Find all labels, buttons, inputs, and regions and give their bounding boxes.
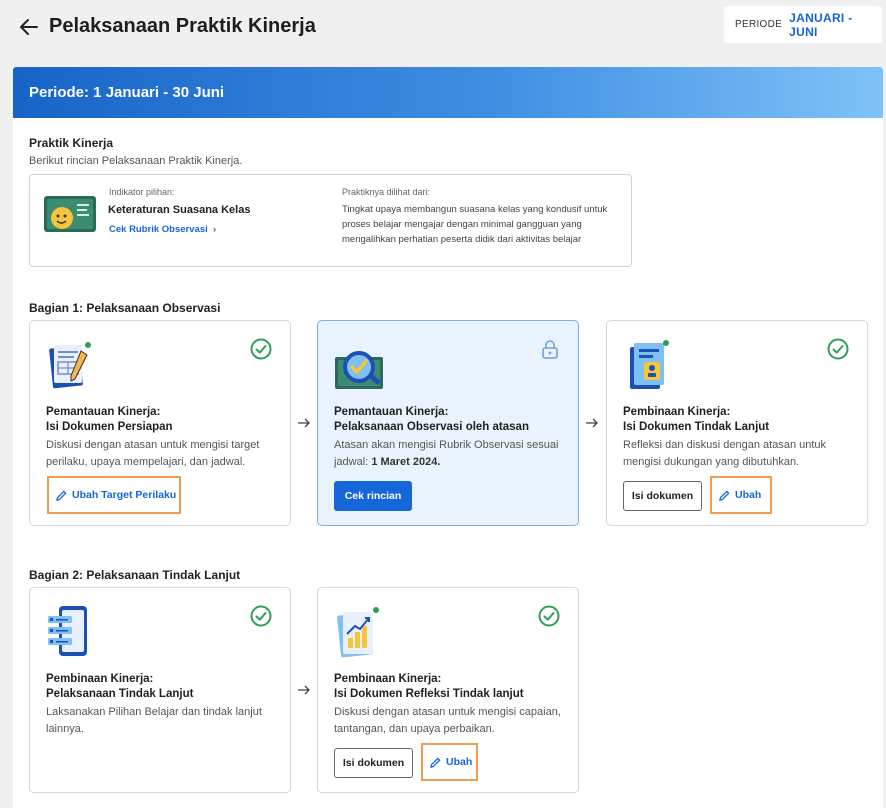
button-label: Ubah (735, 489, 762, 501)
card-title-line2: Isi Dokumen Refleksi Tindak lanjut (334, 688, 524, 700)
rubrik-observasi-link[interactable]: Cek Rubrik Observasi › (109, 224, 216, 235)
back-arrow-icon[interactable] (18, 16, 40, 38)
card-description: Laksanakan Pilihan Belajar dan tindak la… (46, 706, 262, 735)
lock-icon (542, 340, 558, 359)
card-description: Diskusi dengan atasan untuk mengisi capa… (334, 706, 561, 735)
ubah-button[interactable]: Ubah (421, 743, 478, 781)
phone-checklist-icon (48, 606, 87, 656)
page-title: Pelaksanaan Praktik Kinerja (49, 15, 316, 37)
card-title-line1: Pembinaan Kinerja: (334, 673, 442, 685)
ubah-target-perilaku-button[interactable]: Ubah Target Perilaku (47, 476, 181, 514)
check-circle-icon (827, 338, 849, 360)
card-title: Pembinaan Kinerja: Isi Dokumen Refleksi … (334, 672, 524, 702)
card-title: Pembinaan Kinerja: Isi Dokumen Tindak La… (623, 405, 769, 435)
card-isi-dokumen-persiapan: Pemantauan Kinerja: Isi Dokumen Persiapa… (29, 320, 291, 526)
chevron-right-icon: › (210, 224, 217, 235)
check-circle-icon (250, 605, 272, 627)
card-description: Atasan akan mengisi Rubrik Observasi ses… (334, 437, 570, 471)
isi-dokumen-button[interactable]: Isi dokumen (334, 748, 413, 778)
card-title: Pembinaan Kinerja: Pelaksanaan Tindak La… (46, 672, 193, 702)
card-pelaksanaan-observasi: Pemantauan Kinerja: Pelaksanaan Observas… (317, 320, 579, 526)
praktik-subtitle: Berikut rincian Pelaksanaan Praktik Kine… (29, 155, 243, 167)
card-isi-dokumen-tindak-lanjut: Pembinaan Kinerja: Isi Dokumen Tindak La… (606, 320, 868, 526)
top-bar: Pelaksanaan Praktik Kinerja PERIODE JANU… (0, 0, 886, 60)
cek-rincian-button[interactable]: Cek rincian (334, 481, 412, 511)
seen-label: Praktiknya dilihat dari: (342, 187, 431, 197)
card-description: Refleksi dan diskusi dengan atasan untuk… (623, 439, 827, 468)
observation-magnifier-icon (335, 351, 383, 389)
card-pelaksanaan-tindak-lanjut: Pembinaan Kinerja: Pelaksanaan Tindak La… (29, 587, 291, 793)
document-person-icon (630, 340, 669, 389)
card-title-line2: Pelaksanaan Tindak Lanjut (46, 688, 194, 700)
report-chart-icon (337, 607, 379, 658)
rubrik-link-label: Cek Rubrik Observasi (109, 224, 208, 235)
ubah-button[interactable]: Ubah (710, 476, 772, 514)
card-title-line1: Pemantauan Kinerja: (334, 406, 449, 418)
period-selector[interactable]: PERIODE JANUARI - JUNI (724, 6, 882, 43)
praktik-title: Praktik Kinerja (29, 136, 114, 150)
pencil-icon (56, 489, 67, 501)
button-label: Ubah Target Perilaku (72, 489, 177, 501)
card-title-line1: Pembinaan Kinerja: (623, 406, 731, 418)
card-title-line2: Pelaksanaan Observasi oleh atasan (334, 421, 529, 433)
period-banner: Periode: 1 Januari - 30 Juni (13, 67, 883, 118)
card-title: Pemantauan Kinerja: Isi Dokumen Persiapa… (46, 405, 173, 435)
banner-title: Periode: 1 Januari - 30 Juni (29, 84, 225, 101)
arrow-right-icon (586, 418, 598, 428)
seen-description: Tingkat upaya membangun suasana kelas ya… (342, 204, 608, 245)
bagian2-title: Bagian 2: Pelaksanaan Tindak Lanjut (29, 568, 241, 582)
pencil-icon (430, 756, 441, 768)
check-circle-icon (538, 605, 560, 627)
card-title-line1: Pemantauan Kinerja: (46, 406, 161, 418)
indicator-label: Indikator pilihan: (109, 187, 175, 197)
desc-prefix: Atasan akan mengisi Rubrik Observasi ses… (334, 439, 559, 468)
check-circle-icon (250, 338, 272, 360)
classroom-board-icon (44, 196, 96, 232)
document-pen-icon (49, 342, 91, 389)
bagian1-title: Bagian 1: Pelaksanaan Observasi (29, 301, 221, 315)
card-title-line2: Isi Dokumen Tindak Lanjut (623, 421, 770, 433)
period-value: JANUARI - JUNI (789, 10, 853, 39)
card-description: Diskusi dengan atasan untuk mengisi targ… (46, 439, 260, 468)
card-title: Pemantauan Kinerja: Pelaksanaan Observas… (334, 405, 529, 435)
card-isi-dokumen-refleksi: Pembinaan Kinerja: Isi Dokumen Refleksi … (317, 587, 579, 793)
card-title-line2: Isi Dokumen Persiapan (46, 421, 173, 433)
isi-dokumen-button[interactable]: Isi dokumen (623, 481, 702, 511)
button-label: Ubah (446, 756, 473, 768)
arrow-right-icon (298, 685, 310, 695)
card-title-line1: Pembinaan Kinerja: (46, 673, 154, 685)
observation-date: 1 Maret 2024. (371, 456, 441, 468)
indicator-box: Indikator pilihan: Keteraturan Suasana K… (29, 174, 632, 267)
indicator-name: Keteraturan Suasana Kelas (108, 204, 251, 216)
period-label: PERIODE (735, 19, 783, 30)
pencil-icon (719, 489, 730, 501)
main-panel: Periode: 1 Januari - 30 Juni Praktik Kin… (13, 67, 883, 808)
arrow-right-icon (298, 418, 310, 428)
